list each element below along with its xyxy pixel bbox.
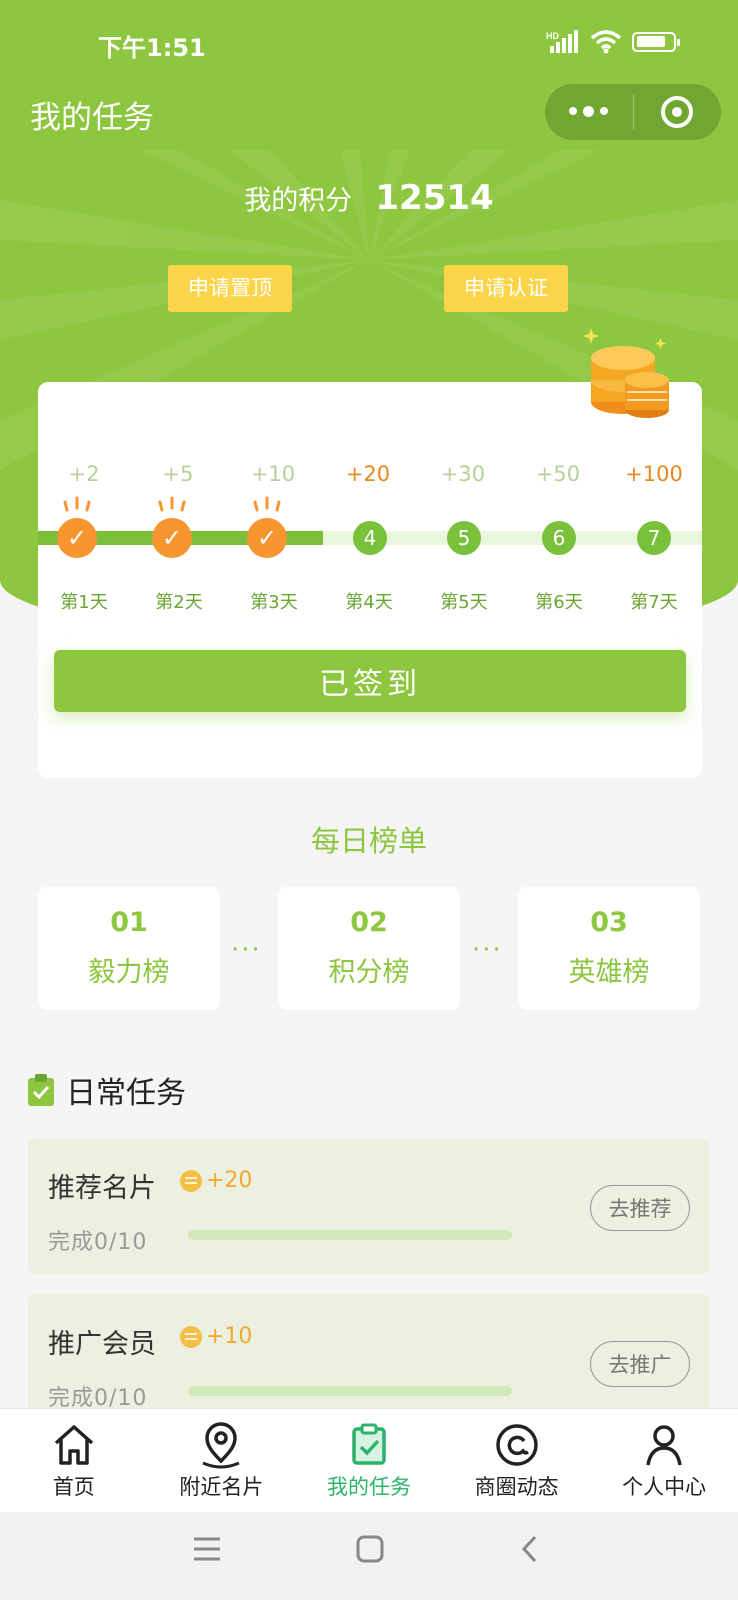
ranking-name: 积分榜 — [328, 957, 410, 988]
day-points: +5 — [162, 462, 194, 486]
task-reward-value: +20 — [206, 1168, 253, 1193]
day-points: +100 — [625, 462, 683, 486]
day-node-checked: ✓ — [57, 496, 97, 558]
recommend-button[interactable]: 去推荐 — [590, 1185, 690, 1231]
day-label: 第6天 — [535, 592, 583, 613]
task-card: 推荐名片 +20 完成0/10 去推荐 — [28, 1138, 710, 1274]
ranking-card[interactable]: 02 积分榜 — [278, 887, 460, 1010]
coins-stack-icon — [583, 328, 669, 418]
day-number: 4 — [353, 521, 387, 555]
signal-icon: HD — [546, 30, 578, 53]
miniprogram-capsule — [545, 84, 721, 140]
signin-card — [38, 382, 702, 778]
at-circle-icon — [495, 1424, 538, 1466]
system-navigation-bar — [0, 1512, 738, 1600]
clipboard-check-icon — [28, 1074, 54, 1106]
tab-profile[interactable]: 个人中心 — [590, 1409, 738, 1512]
day-number: 5 — [447, 521, 481, 555]
day-label: 第7天 — [630, 592, 678, 613]
task-progress-bar — [188, 1386, 512, 1396]
tab-bar: 首页 附近名片 我的任务 商圈动态 个人中心 — [0, 1408, 738, 1512]
task-progress-text: 完成0/10 — [48, 1230, 148, 1255]
ranking-name: 英雄榜 — [568, 957, 650, 988]
task-reward: +20 — [180, 1168, 252, 1193]
day-points: +10 — [250, 462, 296, 486]
svg-text:HD: HD — [546, 31, 559, 41]
day-points: +2 — [68, 462, 100, 486]
day-node: 6 — [539, 518, 579, 558]
sparkle-icon — [253, 496, 281, 512]
tab-label: 商圈动态 — [474, 1475, 559, 1499]
status-icons: HD — [546, 30, 680, 54]
day-label: 第3天 — [250, 592, 298, 613]
coin-icon — [180, 1169, 202, 1192]
menu-icon[interactable] — [192, 1534, 222, 1564]
check-icon: ✓ — [247, 518, 287, 558]
clipboard-check-icon — [352, 1423, 386, 1465]
day-label: 第5天 — [440, 592, 488, 613]
home-icon — [54, 1425, 93, 1465]
close-target-icon[interactable] — [634, 96, 722, 128]
task-reward: +10 — [180, 1324, 252, 1349]
tab-business-news[interactable]: 商圈动态 — [443, 1409, 591, 1512]
ranking-number: 02 — [350, 907, 388, 938]
status-bar: 下午1:51 HD — [0, 0, 738, 88]
back-icon[interactable] — [520, 1534, 540, 1564]
score-label: 我的积分 — [244, 185, 353, 217]
check-icon: ✓ — [152, 518, 192, 558]
sparkle-icon — [63, 496, 91, 512]
day-node: 7 — [634, 518, 674, 558]
battery-icon — [632, 32, 680, 52]
ranking-separator: ··· — [472, 935, 503, 965]
home-square-icon[interactable] — [356, 1534, 384, 1564]
score-value: 12514 — [375, 178, 494, 218]
status-time: 下午1:51 — [98, 34, 206, 62]
day-points: +30 — [440, 462, 486, 486]
task-reward-value: +10 — [206, 1324, 253, 1349]
task-name: 推广会员 — [48, 1329, 156, 1360]
day-node: 4 — [350, 518, 390, 558]
day-number: 6 — [542, 521, 576, 555]
day-points: +20 — [345, 462, 391, 486]
day-label: 第1天 — [60, 592, 108, 613]
tab-label: 我的任务 — [326, 1475, 411, 1499]
tab-label: 附近名片 — [179, 1475, 264, 1499]
ranking-card[interactable]: 01 毅力榜 — [38, 887, 220, 1010]
sparkle-icon — [158, 496, 186, 512]
tab-my-tasks[interactable]: 我的任务 — [295, 1409, 443, 1512]
tab-home[interactable]: 首页 — [0, 1409, 148, 1512]
day-label: 第2天 — [155, 592, 203, 613]
apply-verify-button[interactable]: 申请认证 — [444, 265, 568, 312]
score-display: 我的积分 12514 — [0, 178, 738, 218]
promote-button[interactable]: 去推广 — [590, 1341, 690, 1387]
day-label: 第4天 — [345, 592, 393, 613]
ranking-card[interactable]: 03 英雄榜 — [518, 887, 700, 1010]
ranking-number: 01 — [110, 907, 148, 938]
tab-label: 首页 — [52, 1475, 95, 1499]
person-icon — [646, 1425, 682, 1466]
apply-pin-button[interactable]: 申请置顶 — [168, 265, 292, 312]
ranking-separator: ··· — [231, 935, 262, 965]
tab-label: 个人中心 — [622, 1475, 707, 1499]
day-node: 5 — [444, 518, 484, 558]
day-number: 7 — [637, 521, 671, 555]
coin-icon — [180, 1325, 202, 1348]
day-node-checked: ✓ — [152, 496, 192, 558]
page-title: 我的任务 — [30, 100, 154, 136]
check-icon: ✓ — [57, 518, 97, 558]
ranking-name: 毅力榜 — [88, 957, 170, 988]
daily-tasks-header: 日常任务 — [28, 1068, 186, 1112]
task-name: 推荐名片 — [48, 1173, 156, 1204]
more-icon[interactable] — [545, 106, 633, 117]
rankings-title: 每日榜单 — [310, 824, 427, 858]
daily-tasks-title: 日常任务 — [66, 1076, 186, 1111]
location-pin-icon — [202, 1422, 240, 1469]
ranking-number: 03 — [590, 907, 628, 938]
wifi-icon — [590, 30, 622, 54]
day-node-checked: ✓ — [247, 496, 287, 558]
signed-in-button[interactable]: 已签到 — [54, 650, 686, 712]
day-points: +50 — [535, 462, 581, 486]
tab-nearby-cards[interactable]: 附近名片 — [148, 1409, 296, 1512]
task-progress-bar — [188, 1230, 512, 1240]
